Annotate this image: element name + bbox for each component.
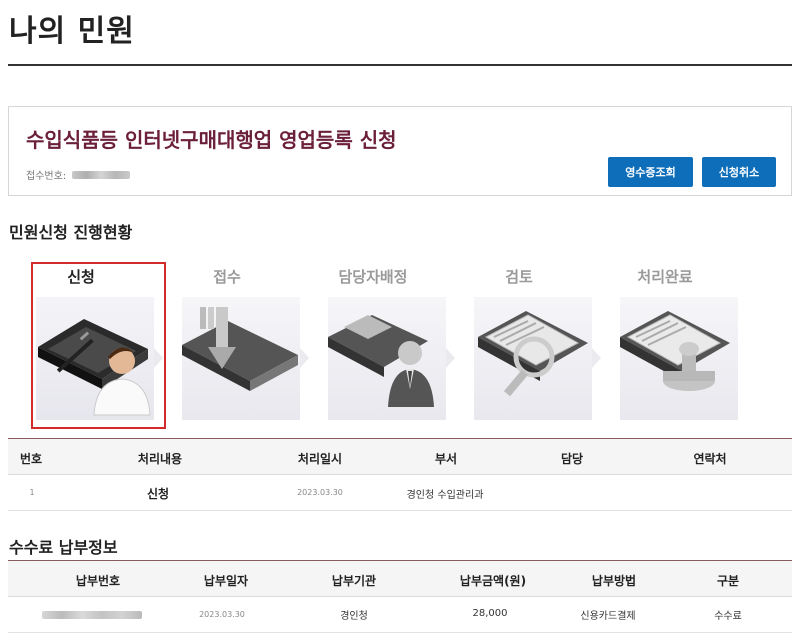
- history-col-no: 번호: [19, 452, 43, 466]
- fee-row-agency: 경인청: [340, 611, 368, 622]
- fee-row-category: 수수료: [714, 611, 742, 622]
- title-divider: [8, 64, 792, 66]
- history-col-content: 처리내용: [137, 452, 183, 466]
- step-arrow: [446, 348, 455, 368]
- fee-row-date: 2023.03.30: [199, 610, 245, 619]
- history-row-content: 신청: [146, 487, 170, 501]
- progress-section-title: 민원신청 진행현황: [9, 223, 133, 242]
- fee-col-category: 구분: [716, 574, 740, 588]
- history-col-manager: 담당: [560, 452, 584, 466]
- step-label-complete: 처리완료: [637, 268, 693, 286]
- fee-table-header: 납부번호 납부일자 납부기관 납부금액(원) 납부방법 구분: [8, 561, 792, 597]
- active-step-highlight: [31, 262, 166, 429]
- history-col-datetime: 처리일시: [297, 452, 343, 466]
- step-label-assign: 담당자배정: [338, 268, 408, 286]
- receipt-lookup-button[interactable]: 영수증조회: [608, 157, 693, 187]
- application-title: 수입식품등 인터넷구매대행업 영업등록 신청: [26, 128, 397, 152]
- fee-col-payment-no: 납부번호: [75, 574, 121, 588]
- history-table-bottom-rule: [8, 510, 792, 511]
- history-col-dept: 부서: [434, 452, 458, 466]
- history-row-no: 1: [29, 488, 35, 497]
- documents-magnifier-icon: [478, 311, 588, 397]
- step-label-receive: 접수: [213, 268, 241, 286]
- fee-row-method: 신용카드결제: [580, 611, 636, 622]
- receipt-label: 접수번호:: [26, 171, 67, 182]
- cancel-application-button[interactable]: 신청취소: [702, 157, 776, 187]
- documents-stamp-icon: [620, 311, 730, 391]
- step-arrow: [592, 348, 601, 368]
- fee-table-bottom-rule: [8, 632, 792, 633]
- application-summary: 수입식품등 인터넷구매대행업 영업등록 신청 접수번호: 영수증조회 신청취소: [8, 106, 792, 196]
- history-row-datetime: 2023.03.30: [297, 488, 343, 497]
- folder-assign-person-icon: [328, 315, 434, 407]
- step-complete: [620, 297, 738, 420]
- fee-col-agency: 납부기관: [331, 574, 377, 588]
- step-assign: [328, 297, 446, 420]
- receipt-number: 접수번호:: [26, 167, 131, 182]
- fee-row-payment-no-redacted: [40, 608, 144, 622]
- folder-inbox-arrow-icon: [182, 307, 298, 391]
- history-table-header: 번호 처리내용 처리일시 부서 담당 연락처: [8, 439, 792, 475]
- step-review: [474, 297, 592, 420]
- history-col-contact: 연락처: [693, 452, 727, 466]
- step-label-review: 검토: [505, 268, 533, 286]
- history-row-dept: 경인청 수입관리과: [406, 490, 484, 501]
- page-title: 나의 민원: [9, 14, 135, 49]
- fee-col-amount: 납부금액(원): [459, 574, 527, 588]
- receipt-value-redacted: [72, 170, 131, 179]
- fee-row-amount: 28,000: [472, 608, 508, 619]
- step-arrow: [300, 348, 309, 368]
- fee-section-title: 수수료 납부정보: [9, 538, 118, 557]
- fee-col-date: 납부일자: [203, 574, 249, 588]
- fee-col-method: 납부방법: [591, 574, 637, 588]
- step-receive: [182, 297, 300, 420]
